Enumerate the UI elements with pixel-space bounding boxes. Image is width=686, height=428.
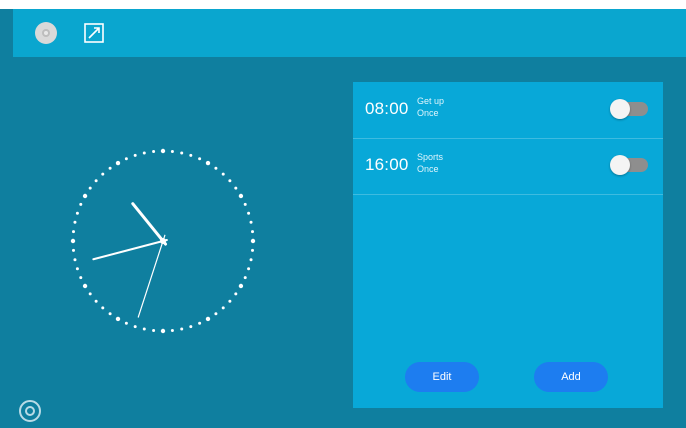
settings-icon <box>19 400 41 422</box>
clock-tick <box>133 325 137 329</box>
clock-tick <box>238 193 244 199</box>
clock-second-hand <box>137 234 166 318</box>
clock-tick <box>189 325 193 329</box>
alarm-toggle[interactable] <box>610 155 650 175</box>
clock-center-dot <box>160 238 166 244</box>
clock-tick <box>82 193 88 199</box>
clock-tick <box>124 321 128 325</box>
clock-tick <box>205 160 211 166</box>
settings-button[interactable] <box>33 20 59 46</box>
clock-minute-hand <box>92 238 168 261</box>
clock-tick <box>75 211 79 215</box>
clock-tick <box>250 238 256 244</box>
clock-tick <box>94 179 98 183</box>
clock-tick <box>214 166 218 170</box>
clock-tick <box>108 312 112 316</box>
clock-tick <box>108 166 112 170</box>
alarm-row-2[interactable]: 16:00 Sports Once <box>353 138 663 195</box>
clock-tick <box>180 151 184 155</box>
top-toolbar <box>13 9 686 57</box>
clock-tick <box>88 292 92 296</box>
clock-tick <box>243 276 247 280</box>
clock-tick <box>73 258 77 262</box>
clock-tick <box>101 306 105 310</box>
alarm-row-1[interactable]: 08:00 Get up Once <box>353 82 663 139</box>
clock-tick <box>94 299 98 303</box>
clock-tick <box>79 202 83 206</box>
clock-tick <box>221 306 225 310</box>
alarm-toggle[interactable] <box>610 99 650 119</box>
clock-tick <box>234 186 238 190</box>
clock-tick <box>71 230 75 234</box>
bottom-left-button[interactable] <box>18 399 44 425</box>
clock-tick <box>160 328 166 334</box>
clock-tick <box>70 238 76 244</box>
alarm-panel: 08:00 Get up Once 16:00 Sports Once Edit… <box>353 82 663 408</box>
fullscreen-button[interactable] <box>81 20 107 46</box>
clock-tick <box>152 329 156 333</box>
add-button[interactable]: Add <box>534 362 608 392</box>
clock-tick <box>234 292 238 296</box>
clock-tick <box>205 316 211 322</box>
alarm-repeat: Once <box>417 164 439 174</box>
alarm-info: Get up Once <box>417 95 537 119</box>
settings-icon <box>35 22 57 44</box>
clock-tick <box>115 160 121 166</box>
clock-tick <box>238 283 244 289</box>
clock-tick <box>115 316 121 322</box>
clock-tick <box>247 211 251 215</box>
clock-tick <box>160 148 166 154</box>
fullscreen-icon <box>84 23 104 43</box>
edit-button[interactable]: Edit <box>405 362 479 392</box>
alarm-time: 16:00 <box>365 155 409 174</box>
clock-tick <box>198 157 202 161</box>
clock-tick <box>82 283 88 289</box>
clock-tick <box>214 312 218 316</box>
clock-tick <box>228 299 232 303</box>
clock-tick <box>249 258 253 262</box>
clock-tick <box>247 267 251 271</box>
alarm-name: Get up <box>417 96 445 106</box>
clock-hour-hand <box>131 202 168 246</box>
clock-tick <box>249 220 253 224</box>
clock-tick <box>198 321 202 325</box>
alarm-repeat: Once <box>417 108 439 118</box>
alarm-time: 08:00 <box>365 99 409 118</box>
clock-tick <box>101 172 105 176</box>
clock-tick <box>189 153 193 157</box>
clock-tick <box>124 157 128 161</box>
toggle-knob <box>610 99 630 119</box>
top-border <box>0 0 686 9</box>
clock-tick <box>221 172 225 176</box>
clock-tick <box>170 149 174 153</box>
clock-tick <box>251 248 255 252</box>
clock-tick <box>152 149 156 153</box>
clock-tick <box>79 276 83 280</box>
alarm-info: Sports Once <box>417 151 537 175</box>
clock-tick <box>180 327 184 331</box>
alarm-name: Sports <box>417 152 444 162</box>
clock-tick <box>251 230 255 234</box>
clock-tick <box>88 186 92 190</box>
clock-tick <box>75 267 79 271</box>
analog-clock <box>70 148 256 334</box>
clock-tick <box>228 179 232 183</box>
clock-tick <box>170 329 174 333</box>
clock-tick <box>142 327 146 331</box>
clock-tick <box>243 202 247 206</box>
clock-tick <box>142 151 146 155</box>
clock-tick <box>71 248 75 252</box>
toggle-knob <box>610 155 630 175</box>
clock-tick <box>133 153 137 157</box>
clock-tick <box>73 220 77 224</box>
